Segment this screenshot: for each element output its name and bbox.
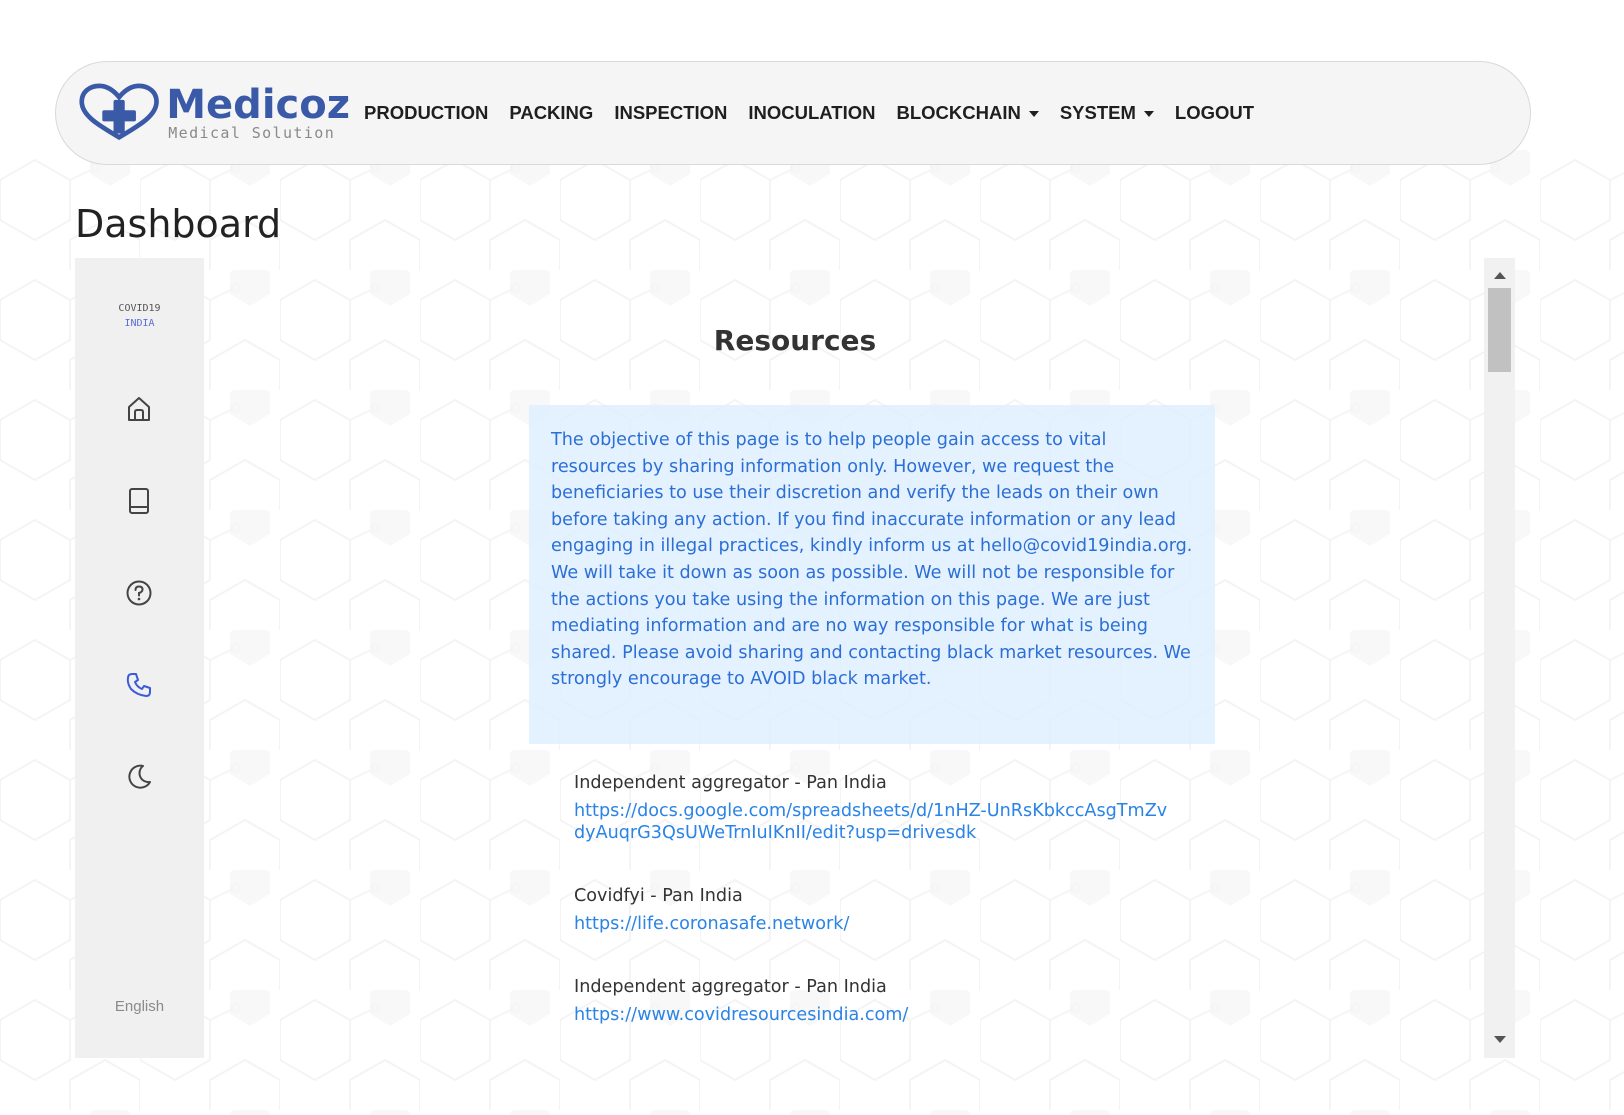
resource-entry: Covidfyi - Pan India https://life.corona… [574, 885, 849, 935]
phone-icon[interactable] [124, 670, 154, 700]
nav-inspection[interactable]: INSPECTION [614, 102, 727, 124]
nav-production-label: PRODUCTION [364, 102, 489, 123]
nav-blockchain-label: BLOCKCHAIN [896, 102, 1021, 123]
nav-inoculation[interactable]: INOCULATION [748, 102, 875, 124]
home-icon[interactable] [124, 394, 154, 424]
nav-system-label: SYSTEM [1059, 102, 1136, 123]
nav-logout-label: LOGOUT [1174, 102, 1255, 123]
page-title: Dashboard [75, 202, 282, 246]
sidebar-brand-line1: COVID19 [118, 303, 161, 314]
brand-logo[interactable]: Medicoz Medical Solution [78, 81, 350, 145]
resources-title: Resources [713, 324, 877, 357]
resource-name: Covidfyi - Pan India [574, 886, 743, 906]
nav-system-dropdown[interactable]: SYSTEM [1060, 102, 1154, 124]
nav-inoculation-label: INOCULATION [748, 102, 876, 123]
resource-name: Independent aggregator - Pan India [574, 977, 887, 997]
help-icon[interactable] [124, 578, 154, 608]
nav-packing-label: PACKING [509, 102, 594, 123]
scroll-up-arrow-icon[interactable] [1494, 272, 1506, 279]
book-icon[interactable] [124, 486, 154, 516]
disclaimer-notice: The objective of this page is to help pe… [529, 405, 1215, 744]
sidebar-brand-line2: INDIA [124, 318, 155, 329]
brand-tagline: Medical Solution [168, 124, 336, 142]
caret-down-icon [1028, 110, 1039, 117]
scroll-down-arrow-icon[interactable] [1494, 1036, 1506, 1043]
resource-link[interactable]: https://docs.google.com/spreadsheets/d/1… [574, 800, 1174, 844]
medical-cross-heart-icon [79, 83, 159, 141]
scrollbar-thumb[interactable] [1488, 288, 1511, 372]
nav-packing[interactable]: PACKING [509, 102, 593, 124]
sidebar: COVID19 INDIA English [75, 258, 204, 1058]
resources-content: Resources The objective of this page is … [204, 258, 1484, 1058]
resource-link[interactable]: https://www.covidresourcesindia.com/ [574, 1004, 908, 1026]
sidebar-brand[interactable]: COVID19 INDIA [75, 301, 204, 331]
nav-production[interactable]: PRODUCTION [364, 102, 488, 124]
caret-down-icon [1143, 110, 1154, 117]
moon-icon[interactable] [124, 762, 154, 792]
vertical-scrollbar[interactable] [1484, 258, 1515, 1058]
nav-logout[interactable]: LOGOUT [1175, 102, 1254, 124]
top-navbar: Medicoz Medical Solution PRODUCTION PACK… [55, 61, 1531, 165]
resource-entry: Independent aggregator - Pan India https… [574, 976, 908, 1026]
brand-name: Medicoz [166, 82, 350, 128]
main-nav: PRODUCTION PACKING INSPECTION INOCULATIO… [364, 102, 1275, 124]
nav-blockchain-dropdown[interactable]: BLOCKCHAIN [896, 102, 1039, 124]
resource-name: Independent aggregator - Pan India [574, 773, 887, 793]
nav-inspection-label: INSPECTION [614, 102, 728, 123]
resource-entry: Independent aggregator - Pan India https… [574, 772, 1174, 844]
language-selector[interactable]: English [75, 998, 204, 1015]
resource-link[interactable]: https://life.coronasafe.network/ [574, 913, 849, 935]
embedded-resources-frame: COVID19 INDIA English Resources The obje… [75, 258, 1515, 1058]
